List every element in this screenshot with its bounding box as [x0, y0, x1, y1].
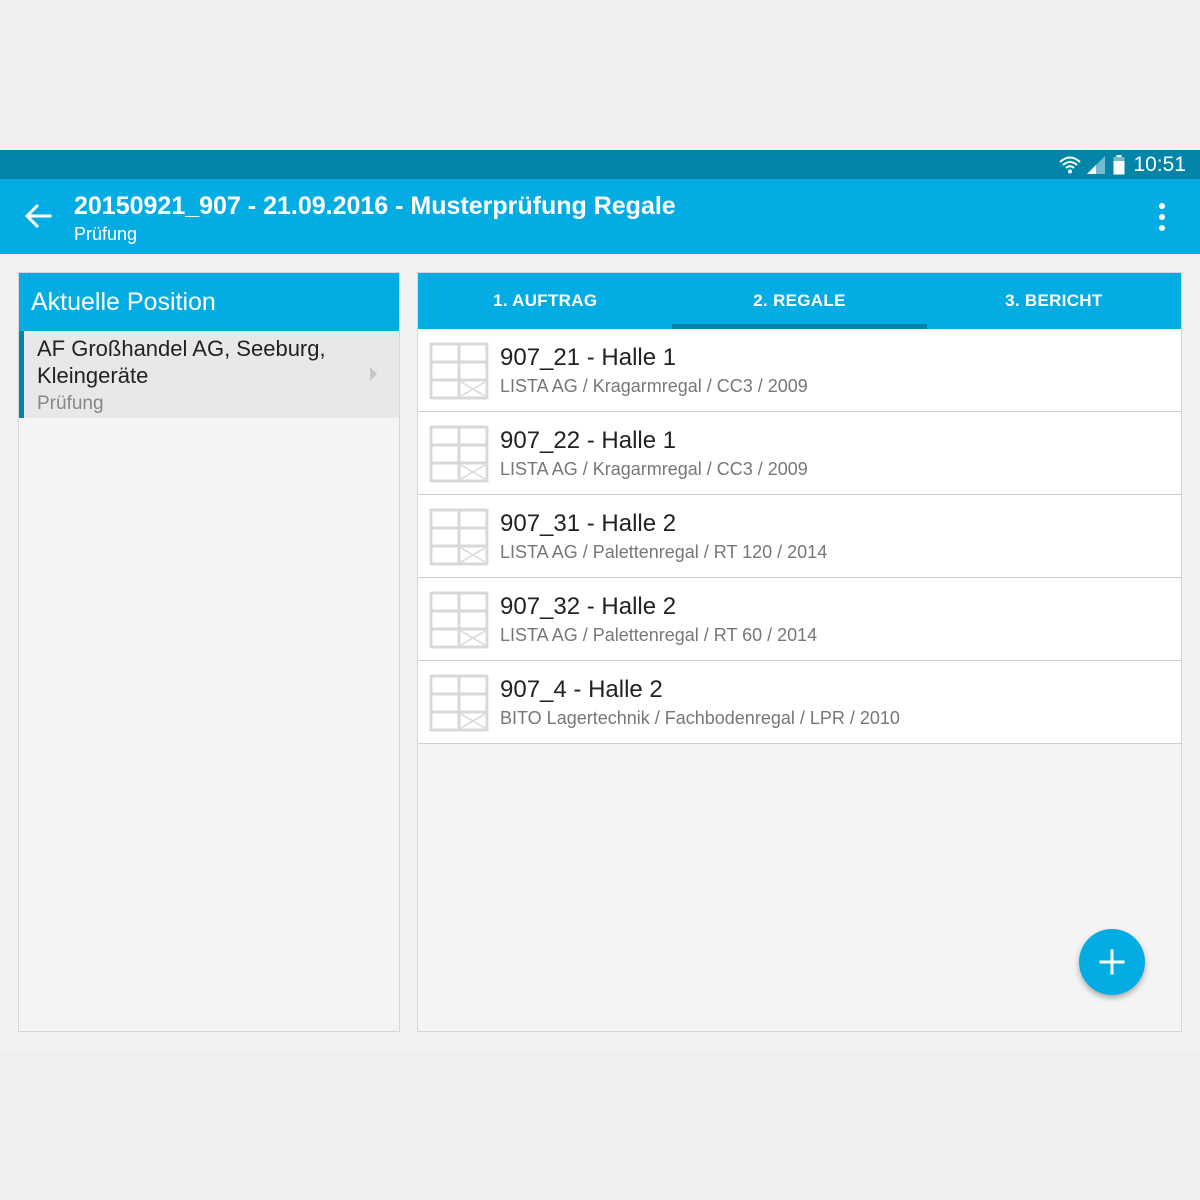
list-item[interactable]: 907_31 - Halle 2 LISTA AG / Palettenrega…	[418, 495, 1181, 578]
page-title: 20150921_907 - 21.09.2016 - Musterprüfun…	[74, 192, 676, 220]
app-screen: 10:51 20150921_907 - 21.09.2016 - Muster…	[0, 150, 1200, 1050]
tab-bar: 1. AUFTRAG 2. REGALE 3. BERICHT	[418, 273, 1181, 329]
shelf-icon	[429, 591, 489, 649]
signal-icon	[1087, 155, 1106, 174]
position-panel-header: Aktuelle Position	[19, 273, 399, 331]
back-button[interactable]	[18, 196, 58, 236]
overflow-menu-icon	[1159, 214, 1165, 220]
position-panel: Aktuelle Position AF Großhandel AG, Seeb…	[18, 272, 400, 1032]
add-icon	[1099, 949, 1125, 975]
content-panel: 1. AUFTRAG 2. REGALE 3. BERICHT 907_21 -…	[417, 272, 1182, 1032]
shelf-icon	[429, 508, 489, 566]
list-item-subtitle: LISTA AG / Kragarmregal / CC3 / 2009	[500, 376, 808, 396]
list-item[interactable]: 907_22 - Halle 1 LISTA AG / Kragarmregal…	[418, 412, 1181, 495]
status-bar: 10:51	[0, 150, 1200, 179]
overflow-menu-icon	[1159, 225, 1165, 231]
chevron-right-icon	[370, 367, 377, 381]
list-item-subtitle: LISTA AG / Palettenregal / RT 120 / 2014	[500, 542, 828, 562]
list-item-subtitle: LISTA AG / Palettenregal / RT 60 / 2014	[500, 625, 818, 645]
list-item-title: 907_22 - Halle 1	[500, 427, 677, 454]
list-item-subtitle: BITO Lagertechnik / Fachbodenregal / LPR…	[500, 708, 900, 728]
page-subtitle: Prüfung	[74, 224, 138, 244]
current-position-title: AF Großhandel AG, Seeburg, Kleingeräte	[37, 336, 326, 388]
shelf-icon	[429, 342, 489, 400]
list-item-subtitle: LISTA AG / Kragarmregal / CC3 / 2009	[500, 459, 808, 479]
list-item-title: 907_21 - Halle 1	[500, 344, 677, 371]
position-panel-title: Aktuelle Position	[31, 287, 216, 316]
list-item-title: 907_32 - Halle 2	[500, 593, 677, 620]
status-icons: 10:51	[1059, 152, 1186, 177]
shelf-list: 907_21 - Halle 1 LISTA AG / Kragarmregal…	[418, 329, 1181, 744]
add-button[interactable]	[1079, 929, 1145, 995]
shelf-icon	[429, 674, 489, 732]
list-item[interactable]: 907_21 - Halle 1 LISTA AG / Kragarmregal…	[418, 329, 1181, 412]
shelf-icon	[429, 425, 489, 483]
overflow-menu-icon	[1159, 203, 1165, 209]
back-arrow-icon	[24, 203, 52, 229]
overflow-menu-button[interactable]	[1144, 197, 1180, 237]
tab-auftrag[interactable]: 1. AUFTRAG	[418, 273, 672, 329]
battery-icon	[1113, 154, 1125, 174]
list-item[interactable]: 907_32 - Halle 2 LISTA AG / Palettenrega…	[418, 578, 1181, 661]
list-item[interactable]: 907_4 - Halle 2 BITO Lagertechnik / Fach…	[418, 661, 1181, 744]
app-bar: 20150921_907 - 21.09.2016 - Musterprüfun…	[0, 179, 1200, 254]
tab-bericht[interactable]: 3. BERICHT	[927, 273, 1181, 329]
list-item-title: 907_31 - Halle 2	[500, 510, 677, 537]
current-position-item[interactable]: AF Großhandel AG, Seeburg, Kleingeräte P…	[19, 331, 399, 418]
tab-regale[interactable]: 2. REGALE	[672, 273, 927, 329]
current-position-subtitle: Prüfung	[37, 393, 104, 414]
wifi-icon	[1059, 156, 1082, 173]
status-time: 10:51	[1133, 152, 1186, 176]
list-item-title: 907_4 - Halle 2	[500, 676, 663, 703]
